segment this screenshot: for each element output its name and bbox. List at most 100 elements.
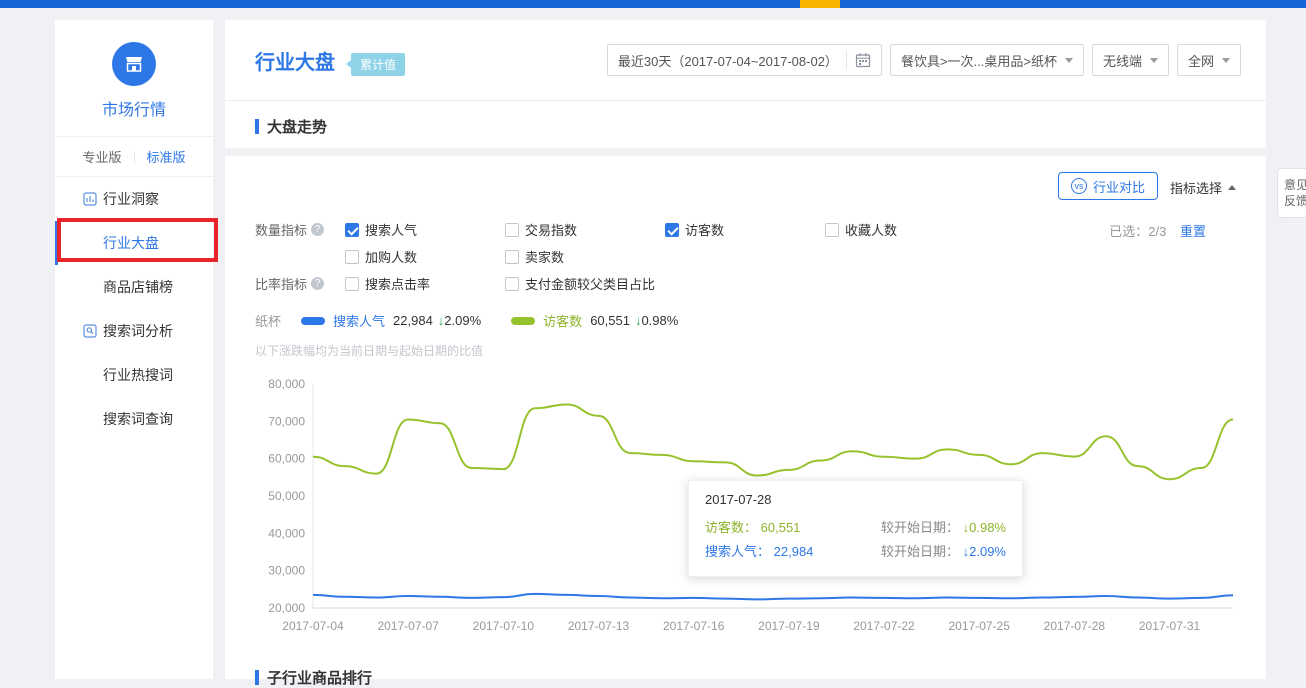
svg-text:2017-07-31: 2017-07-31 bbox=[1139, 619, 1201, 633]
chevron-down-icon bbox=[1150, 58, 1158, 63]
svg-text:2017-07-19: 2017-07-19 bbox=[758, 619, 820, 633]
legend-category: 纸杯 bbox=[255, 311, 281, 330]
legend-series-value: 22,984 bbox=[393, 313, 433, 328]
date-range-selector[interactable]: 最近30天（2017-07-04~2017-08-02） bbox=[607, 44, 882, 76]
svg-text:2017-07-13: 2017-07-13 bbox=[568, 619, 630, 633]
svg-text:60,000: 60,000 bbox=[268, 452, 305, 466]
svg-text:2017-07-04: 2017-07-04 bbox=[282, 619, 344, 633]
chart-legend: 纸杯 搜索人气 22,984 2.09% 访客数 60,551 0.98% bbox=[255, 311, 708, 330]
compare-button-label: 行业对比 bbox=[1093, 177, 1145, 196]
svg-text:2017-07-10: 2017-07-10 bbox=[473, 619, 535, 633]
legend-series-delta: 2.09% bbox=[444, 313, 481, 328]
trend-chart[interactable]: 20,00030,00040,00050,00060,00070,00080,0… bbox=[253, 368, 1243, 648]
industry-compare-button[interactable]: vs 行业对比 bbox=[1058, 172, 1158, 200]
metric-checkbox-favorites[interactable]: 收藏人数 bbox=[825, 220, 985, 239]
version-tabs: 专业版 标准版 bbox=[55, 137, 213, 177]
sidebar-item-label: 行业大盘 bbox=[103, 233, 159, 253]
trend-content: vs 行业对比 指标选择 已选：2/3 重置 数量指标 搜索人气 交易指数 bbox=[225, 156, 1266, 679]
feedback-tab[interactable]: 意见反馈 bbox=[1277, 168, 1306, 218]
tab-standard[interactable]: 标准版 bbox=[147, 147, 186, 166]
svg-text:2017-07-22: 2017-07-22 bbox=[853, 619, 915, 633]
chart-tooltip: 2017-07-28 访客数： 60,551 较开始日期： ↓0.98% 搜索人… bbox=[688, 480, 1023, 577]
svg-text:2017-07-25: 2017-07-25 bbox=[949, 619, 1011, 633]
tooltip-row-visitors: 访客数： 60,551 较开始日期： ↓0.98% bbox=[705, 516, 1006, 540]
tab-professional[interactable]: 专业版 bbox=[82, 147, 121, 166]
metric-select-toggle[interactable]: 指标选择 bbox=[1170, 178, 1236, 197]
chevron-down-icon bbox=[1222, 58, 1230, 63]
quantity-metrics-label: 数量指标 bbox=[255, 220, 345, 239]
date-range-label: 最近30天（2017-07-04~2017-08-02） bbox=[618, 51, 838, 70]
search-analysis-icon bbox=[83, 324, 97, 338]
sidebar-item-label: 行业洞察 bbox=[103, 189, 159, 209]
sidebar-item-hot-search-terms[interactable]: 行业热搜词 bbox=[55, 353, 213, 397]
sidebar-item-industry-insight[interactable]: 行业洞察 bbox=[55, 177, 213, 221]
selected-count: 已选：2/3 bbox=[1109, 224, 1166, 239]
metric-checkbox-cart-adds[interactable]: 加购人数 bbox=[345, 247, 505, 266]
checkbox bbox=[505, 250, 519, 264]
filter-bar: 最近30天（2017-07-04~2017-08-02） 餐饮具>一次...桌用… bbox=[607, 44, 1241, 76]
tooltip-row-search-popularity: 搜索人气： 22,984 较开始日期： ↓2.09% bbox=[705, 540, 1006, 564]
chart-note: 以下涨跌幅均为当前日期与起始日期的比值 bbox=[255, 342, 483, 359]
legend-series-delta: 0.98% bbox=[641, 313, 678, 328]
category-filter[interactable]: 餐饮具>一次...桌用品>纸杯 bbox=[890, 44, 1084, 76]
reset-link[interactable]: 重置 bbox=[1180, 224, 1206, 239]
checkbox bbox=[505, 223, 519, 237]
sidebar-item-label: 搜索词分析 bbox=[103, 321, 173, 341]
sidebar-item-industry-dashboard[interactable]: 行业大盘 bbox=[55, 221, 213, 265]
section-title: 子行业商品排行 bbox=[267, 667, 372, 688]
legend-line-green-icon bbox=[511, 317, 535, 325]
sidebar-item-label: 搜索词查询 bbox=[103, 409, 173, 429]
sidebar-item-label: 商品店铺榜 bbox=[103, 277, 173, 297]
sidebar-item-product-shop-ranking[interactable]: 商品店铺榜 bbox=[55, 265, 213, 309]
metric-checkbox-payment-ratio[interactable]: 支付金额较父类目占比 bbox=[505, 274, 755, 293]
checkbox bbox=[345, 223, 359, 237]
scope-filter[interactable]: 全网 bbox=[1177, 44, 1241, 76]
metric-select-label: 指标选择 bbox=[1170, 178, 1222, 197]
cumulative-value-badge: 累计值 bbox=[351, 53, 405, 76]
market-logo-icon bbox=[112, 42, 156, 86]
metric-checkbox-visitors[interactable]: 访客数 bbox=[665, 220, 825, 239]
chevron-down-icon bbox=[1065, 58, 1073, 63]
quantity-metrics-row-2: 加购人数 卖家数 bbox=[255, 243, 985, 270]
legend-series-name[interactable]: 搜索人气 bbox=[333, 311, 385, 330]
metric-checkbox-transaction-index[interactable]: 交易指数 bbox=[505, 220, 665, 239]
quantity-metrics-row-1: 数量指标 搜索人气 交易指数 访客数 收藏人数 bbox=[255, 216, 985, 243]
terminal-filter[interactable]: 无线端 bbox=[1092, 44, 1169, 76]
sidebar-menu: 行业洞察 行业大盘 商品店铺榜 搜索词分析 行业热搜词 搜索词查询 bbox=[55, 177, 213, 441]
svg-text:40,000: 40,000 bbox=[268, 526, 305, 540]
checkbox bbox=[345, 250, 359, 264]
help-icon[interactable] bbox=[311, 277, 324, 290]
metric-checkbox-search-popularity[interactable]: 搜索人气 bbox=[345, 220, 505, 239]
metric-picker: 数量指标 搜索人气 交易指数 访客数 收藏人数 bbox=[255, 216, 985, 297]
top-nav-active-indicator bbox=[800, 0, 840, 8]
sidebar: 市场行情 专业版 标准版 行业洞察 行业大盘 商品店铺榜 bbox=[55, 20, 213, 679]
industry-insight-icon bbox=[83, 192, 97, 206]
checkbox bbox=[345, 277, 359, 291]
page-title: 行业大盘 bbox=[255, 46, 335, 75]
svg-text:2017-07-28: 2017-07-28 bbox=[1044, 619, 1106, 633]
section-title: 大盘走势 bbox=[267, 116, 327, 137]
calendar-icon bbox=[855, 52, 871, 68]
selection-summary: 已选：2/3 重置 bbox=[1109, 221, 1206, 240]
page-header: 行业大盘 累计值 最近30天（2017-07-04~2017-08-02） 餐饮… bbox=[225, 20, 1266, 100]
trend-section-strip: 大盘走势 bbox=[225, 100, 1266, 148]
metric-checkbox-search-ctr[interactable]: 搜索点击率 bbox=[345, 274, 505, 293]
vs-icon: vs bbox=[1071, 178, 1087, 194]
top-navigation-bar bbox=[0, 0, 1306, 8]
help-icon[interactable] bbox=[311, 223, 324, 236]
legend-series-name[interactable]: 访客数 bbox=[543, 311, 582, 330]
legend-line-blue-icon bbox=[301, 317, 325, 325]
terminal-filter-label: 无线端 bbox=[1103, 51, 1142, 70]
metric-checkbox-sellers[interactable]: 卖家数 bbox=[505, 247, 665, 266]
scope-filter-label: 全网 bbox=[1188, 51, 1214, 70]
tab-divider bbox=[134, 151, 135, 163]
sidebar-item-search-term-query[interactable]: 搜索词查询 bbox=[55, 397, 213, 441]
svg-text:70,000: 70,000 bbox=[268, 414, 305, 428]
sidebar-item-label: 行业热搜词 bbox=[103, 365, 173, 385]
divider bbox=[846, 51, 847, 69]
section-header-trend: 大盘走势 bbox=[255, 116, 327, 137]
sidebar-item-search-term-analysis[interactable]: 搜索词分析 bbox=[55, 309, 213, 353]
svg-text:2017-07-07: 2017-07-07 bbox=[377, 619, 439, 633]
ratio-metrics-label: 比率指标 bbox=[255, 274, 345, 293]
svg-text:80,000: 80,000 bbox=[268, 377, 305, 391]
